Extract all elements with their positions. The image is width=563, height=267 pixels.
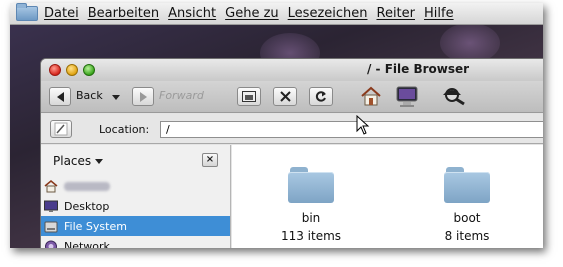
back-button[interactable] <box>49 87 71 106</box>
menu-reiter[interactable]: Reiter <box>377 6 416 21</box>
file-browser-window: / - File Browser Back Forward Location: … <box>40 58 543 248</box>
folder-icon[interactable] <box>444 167 490 203</box>
screenshot-frame: Datei Bearbeiten Ansicht Gehe zu Lesezei… <box>10 3 543 248</box>
file-item-count: 113 items <box>280 229 342 243</box>
location-label: Location: <box>99 123 150 136</box>
home-icon <box>44 179 58 192</box>
back-history-dropdown-icon[interactable] <box>112 95 120 100</box>
new-tab-button[interactable] <box>237 87 261 106</box>
places-header-label: Places <box>53 154 92 168</box>
sidebar-item-label-redacted <box>64 181 110 191</box>
file-name[interactable]: boot <box>407 211 527 225</box>
menu-hilfe[interactable]: Hilfe <box>424 6 454 21</box>
mouse-pointer-icon <box>356 115 370 135</box>
file-view: bin 113 items boot 8 items <box>232 145 543 248</box>
menu-bar: Datei Bearbeiten Ansicht Gehe zu Lesezei… <box>10 3 543 25</box>
stop-button[interactable] <box>273 87 297 106</box>
toolbar: Back Forward <box>41 81 543 113</box>
close-sidebar-button[interactable]: × <box>202 153 218 167</box>
sidebar-item-file-system[interactable]: File System <box>41 216 230 236</box>
menu-lesezeichen[interactable]: Lesezeichen <box>288 6 368 21</box>
reload-button[interactable] <box>309 87 333 106</box>
sidebar-item-desktop[interactable]: Desktop <box>41 196 230 216</box>
menu-datei[interactable]: Datei <box>44 6 79 21</box>
edit-path-icon <box>54 122 68 136</box>
search-icon[interactable] <box>440 86 468 110</box>
title-bar[interactable]: / - File Browser <box>41 59 543 81</box>
new-tab-icon <box>242 91 256 102</box>
arrow-right-icon <box>139 91 147 102</box>
menu-ansicht[interactable]: Ansicht <box>168 6 216 21</box>
network-icon <box>45 240 57 248</box>
desktop-icon <box>44 200 58 212</box>
close-icon <box>279 91 291 102</box>
sidebar-item-home[interactable] <box>41 176 230 196</box>
folder-icon[interactable] <box>16 3 38 21</box>
minimize-window-button[interactable] <box>66 64 78 76</box>
sidebar-item-network[interactable]: Network <box>41 236 230 248</box>
close-window-button[interactable] <box>49 64 61 76</box>
desktop-glow <box>440 23 500 63</box>
menu-gehe-zu[interactable]: Gehe zu <box>225 6 279 21</box>
home-icon[interactable] <box>360 85 382 111</box>
computer-icon[interactable] <box>395 86 419 112</box>
folder-icon[interactable] <box>288 167 334 203</box>
sidebar-item-label: Network <box>64 239 110 249</box>
sidebar-item-label: Desktop <box>64 199 110 213</box>
arrow-left-icon <box>56 91 64 102</box>
back-label[interactable]: Back <box>76 89 103 102</box>
location-input[interactable] <box>160 121 543 138</box>
window-title: / - File Browser <box>367 62 470 76</box>
location-bar: Location: <box>41 114 543 144</box>
sidebar-item-label: File System <box>64 219 127 233</box>
forward-label[interactable]: Forward <box>159 89 204 102</box>
menu-bearbeiten[interactable]: Bearbeiten <box>88 6 159 21</box>
places-dropdown[interactable]: Places <box>53 154 104 168</box>
chevron-down-icon <box>95 159 104 164</box>
location-toggle-button[interactable] <box>50 120 72 138</box>
zoom-window-button[interactable] <box>83 64 95 76</box>
forward-button[interactable] <box>132 87 154 106</box>
reload-icon <box>315 90 326 102</box>
drive-icon <box>44 221 58 232</box>
file-item-count: 8 items <box>444 229 490 243</box>
places-sidebar: Places × Desktop File System Network <box>41 145 231 248</box>
file-name[interactable]: bin <box>251 211 371 225</box>
